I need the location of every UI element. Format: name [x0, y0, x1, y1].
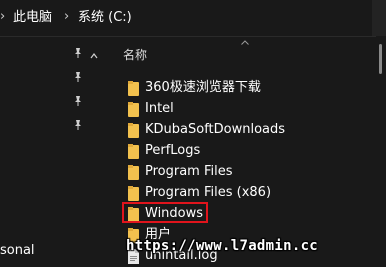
list-item[interactable]: 360极速浏览器下载 [120, 78, 370, 99]
breadcrumb: › 此电脑 › 系统 (C:) [0, 0, 386, 37]
list-item[interactable]: Program Files [120, 162, 370, 183]
column-header-name[interactable]: 名称 [123, 47, 147, 63]
folder-icon [128, 165, 139, 180]
list-item[interactable]: Intel [120, 99, 370, 120]
folder-icon [128, 102, 139, 117]
pin-icon[interactable] [72, 47, 84, 59]
sort-arrow-icon [241, 40, 249, 45]
list-item[interactable]: Program Files (x86) [120, 183, 370, 204]
file-explorer-window: › 此电脑 › 系统 (C:) sonal 名称 360极速浏览器下载 Inte… [0, 0, 386, 264]
list-item[interactable]: KDubaSoftDownloads [120, 120, 370, 141]
breadcrumb-separator: › [0, 9, 6, 24]
list-item-label: KDubaSoftDownloads [145, 122, 286, 137]
list-item-label: Intel [145, 101, 174, 116]
breadcrumb-system-drive[interactable]: 系统 (C:) [78, 9, 132, 27]
scrollbar-thumb[interactable] [379, 44, 382, 74]
pin-icon[interactable] [72, 71, 84, 83]
list-item-label: Program Files [145, 164, 233, 179]
breadcrumb-separator[interactable]: › [64, 8, 69, 26]
breadcrumb-this-pc[interactable]: 此电脑 [13, 9, 52, 27]
list-item-label: 360极速浏览器下载 [145, 80, 261, 95]
list-item-label: PerfLogs [145, 143, 201, 158]
pin-icon[interactable] [72, 95, 84, 107]
file-list: 名称 360极速浏览器下载 Intel KDubaSoftDownloads P… [104, 37, 386, 264]
navigation-pane: sonal [0, 37, 103, 264]
list-item-label: Program Files (x86) [145, 185, 272, 200]
folder-icon [128, 81, 139, 96]
nav-item-personal[interactable]: sonal [0, 242, 35, 260]
folder-icon [128, 144, 139, 159]
highlight-box [122, 202, 208, 223]
folder-icon [128, 123, 139, 138]
address-dropdown-button[interactable] [372, 0, 386, 36]
list-item[interactable]: PerfLogs [120, 141, 370, 162]
chevron-up-icon[interactable] [90, 45, 98, 59]
watermark: https://www.l7admin.cc [126, 238, 319, 254]
folder-icon [128, 186, 139, 201]
pin-icon[interactable] [72, 119, 84, 131]
